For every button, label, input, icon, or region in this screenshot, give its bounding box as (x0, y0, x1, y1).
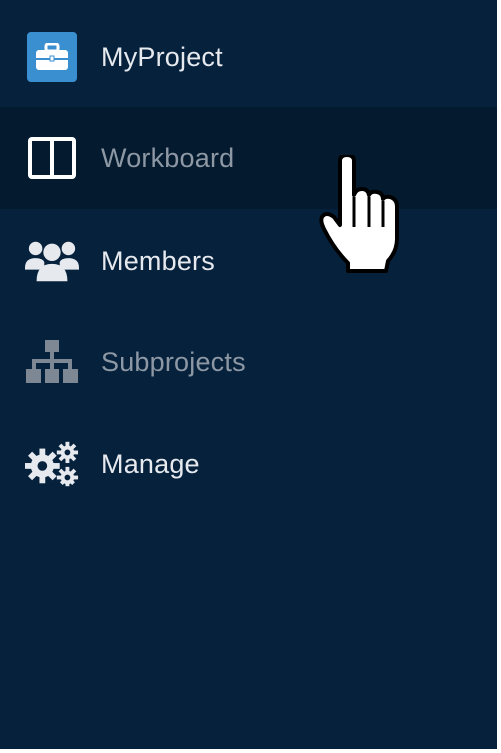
sidebar-item-label: MyProject (101, 41, 223, 72)
columns-icon (25, 131, 79, 185)
sidebar-item-subprojects[interactable]: Subprojects (0, 311, 501, 413)
right-border (497, 0, 501, 753)
sidebar-item-myproject[interactable]: MyProject (0, 6, 501, 108)
sitemap-icon (25, 335, 79, 389)
sidebar-item-label: Members (101, 245, 215, 276)
sidebar-item-label: Subprojects (101, 346, 246, 377)
sidebar-item-label: Manage (101, 448, 200, 479)
users-icon (25, 234, 79, 288)
sidebar-item-manage[interactable]: Manage (0, 413, 501, 515)
briefcase-icon (25, 30, 79, 84)
sidebar-item-workboard[interactable]: Workboard (0, 107, 501, 209)
gears-icon (25, 437, 79, 491)
sidebar-item-label: Workboard (101, 142, 235, 173)
sidebar-item-members[interactable]: Members (0, 210, 501, 312)
bottom-border (0, 749, 501, 753)
project-sidebar: MyProject Workboard Members Subprojects … (0, 0, 501, 753)
